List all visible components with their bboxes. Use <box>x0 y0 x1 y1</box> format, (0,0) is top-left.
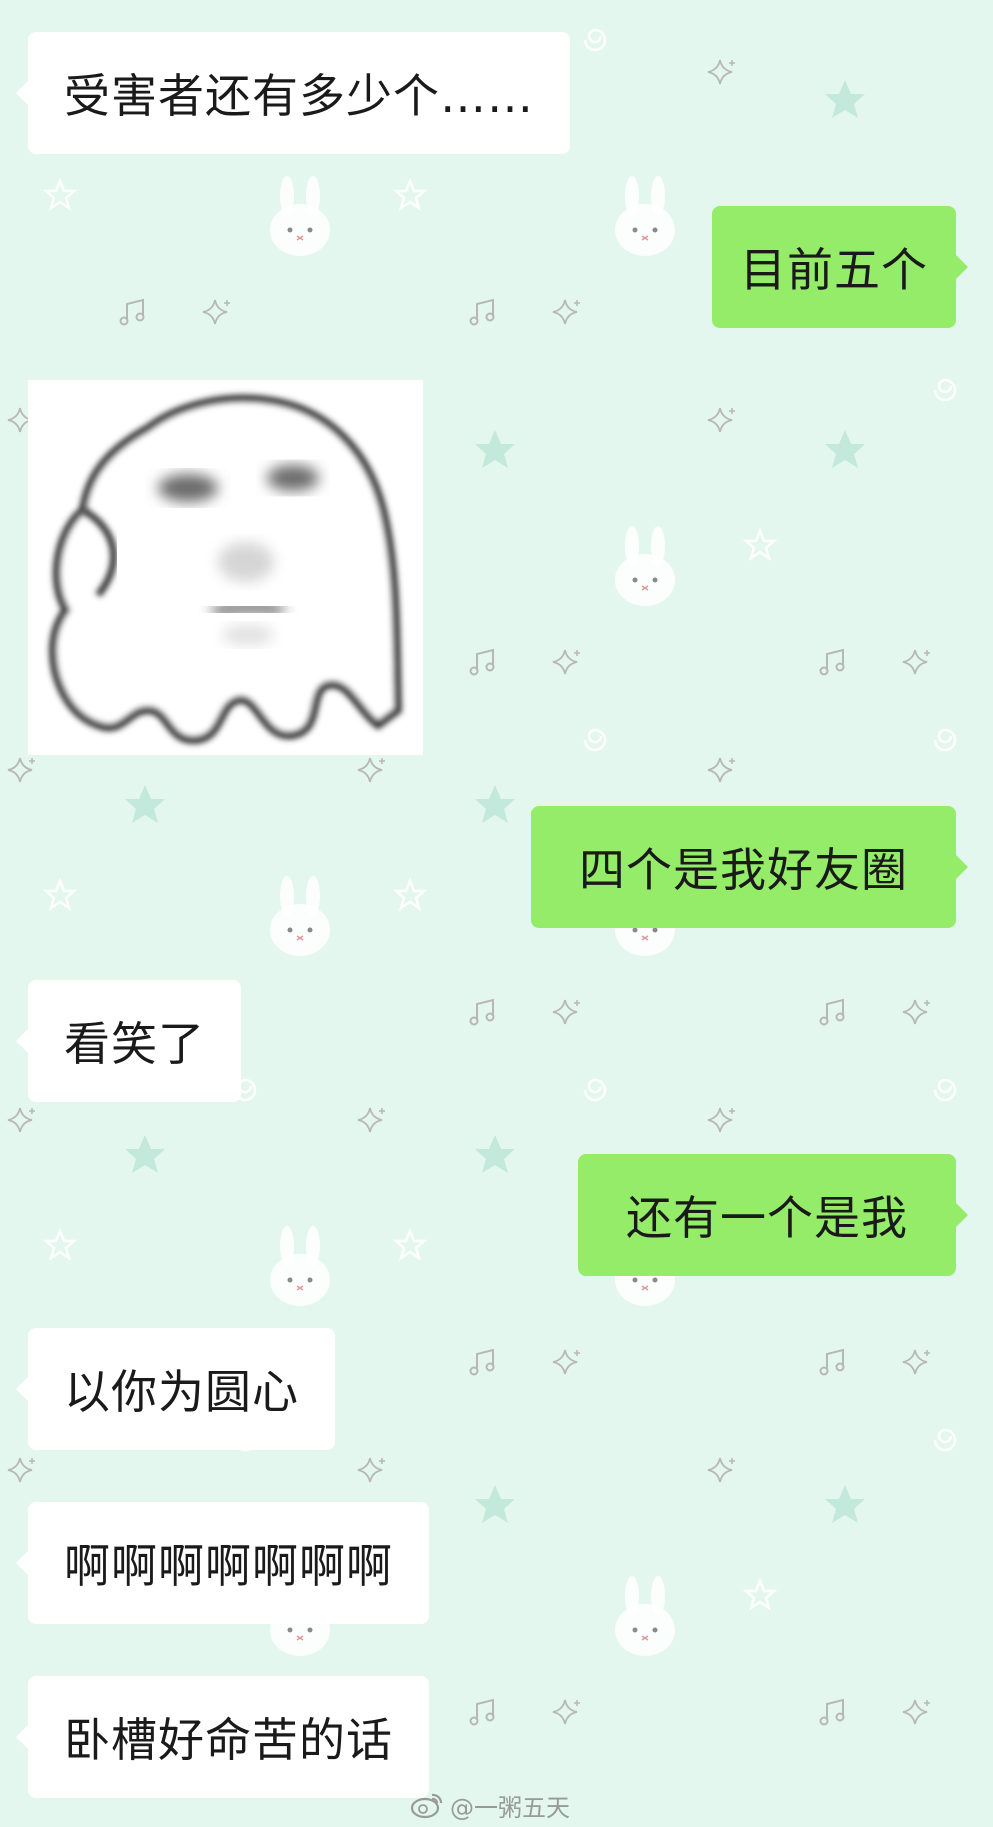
weibo-watermark: @一粥五天 <box>410 1787 570 1823</box>
message-text: 啊啊啊啊啊啊啊 <box>64 1539 393 1593</box>
sticker-message[interactable] <box>28 380 423 755</box>
incoming-message[interactable]: 卧槽好命苦的话 <box>16 1676 429 1798</box>
incoming-message[interactable]: 受害者还有多少个…… <box>16 32 570 154</box>
message-text: 目前五个 <box>740 243 928 297</box>
incoming-message[interactable]: 看笑了 <box>16 980 241 1102</box>
watermark-text: @一粥五天 <box>450 1793 570 1822</box>
message-text: 四个是我好友圈 <box>579 843 908 897</box>
message-text: 还有一个是我 <box>626 1191 908 1245</box>
incoming-message[interactable]: 以你为圆心 <box>16 1328 335 1450</box>
message-text: 受害者还有多少个…… <box>64 69 534 123</box>
message-text: 卧槽好命苦的话 <box>64 1713 393 1767</box>
incoming-message[interactable]: 啊啊啊啊啊啊啊 <box>16 1502 429 1624</box>
message-text: 看笑了 <box>64 1017 205 1071</box>
outgoing-message[interactable]: 目前五个 <box>712 206 968 328</box>
ghost-blob-sticker <box>28 380 423 755</box>
weibo-logo-icon <box>410 1791 444 1819</box>
message-text: 以你为圆心 <box>64 1365 299 1419</box>
outgoing-message[interactable]: 还有一个是我 <box>578 1154 968 1276</box>
outgoing-message[interactable]: 四个是我好友圈 <box>531 806 968 928</box>
